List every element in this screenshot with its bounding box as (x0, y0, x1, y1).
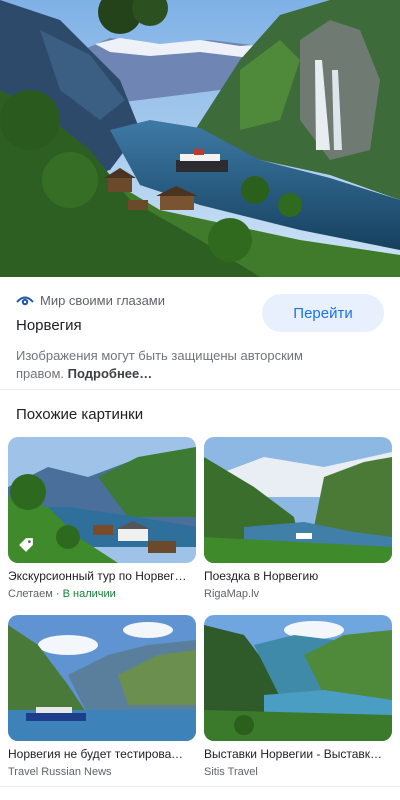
related-caption: Экскурсионный тур по Норвег… (8, 569, 187, 583)
related-thumbnail[interactable] (8, 437, 196, 563)
related-thumbnail[interactable] (204, 437, 392, 563)
more-info-link[interactable]: Подробнее… (68, 366, 153, 381)
image-title[interactable]: Норвегия (16, 317, 82, 334)
copyright-text: Изображения могут быть защищены авторски… (16, 348, 303, 381)
related-heading: Похожие картинки (16, 406, 144, 423)
related-caption: Выставки Норвегии - Выставк… (204, 747, 382, 761)
related-source-name: Travel Russian News (8, 766, 112, 778)
section-divider (0, 389, 400, 390)
related-item[interactable]: Выставки Норвегии - Выставк… Sitis Trave… (204, 615, 392, 778)
related-source-name: Слетаем (8, 588, 53, 600)
related-item[interactable]: Норвегия не будет тестироват… Travel Rus… (8, 615, 196, 778)
related-source-name: RigaMap.lv (204, 588, 260, 600)
site-name: Мир своими глазами (40, 293, 166, 308)
related-source: Sitis Travel (204, 766, 392, 778)
bottom-divider (0, 786, 400, 787)
availability-label: · В наличии (52, 588, 116, 600)
related-thumbnail[interactable] (8, 615, 196, 741)
related-item[interactable]: Экскурсионный тур по Норвег… Слетаем · В… (8, 437, 196, 600)
related-source-name: Sitis Travel (204, 766, 258, 778)
related-item[interactable]: Поездка в Норвегию RigaMap.lv (204, 437, 392, 600)
related-caption: Поездка в Норвегию (204, 569, 319, 583)
related-source: Слетаем · В наличии (8, 588, 196, 600)
source-card: Мир своими глазами Норвегия Перейти Изоб… (0, 277, 400, 389)
site-eye-icon (16, 294, 34, 308)
related-caption: Норвегия не будет тестироват… (8, 747, 188, 761)
visit-button[interactable]: Перейти (262, 294, 384, 332)
site-row[interactable]: Мир своими глазами (16, 293, 165, 308)
main-image[interactable] (0, 0, 400, 277)
copyright-notice: Изображения могут быть защищены авторски… (16, 347, 316, 383)
related-source: RigaMap.lv (204, 588, 392, 600)
related-source: Travel Russian News (8, 766, 196, 778)
price-tag-icon (18, 537, 34, 553)
related-thumbnail[interactable] (204, 615, 392, 741)
